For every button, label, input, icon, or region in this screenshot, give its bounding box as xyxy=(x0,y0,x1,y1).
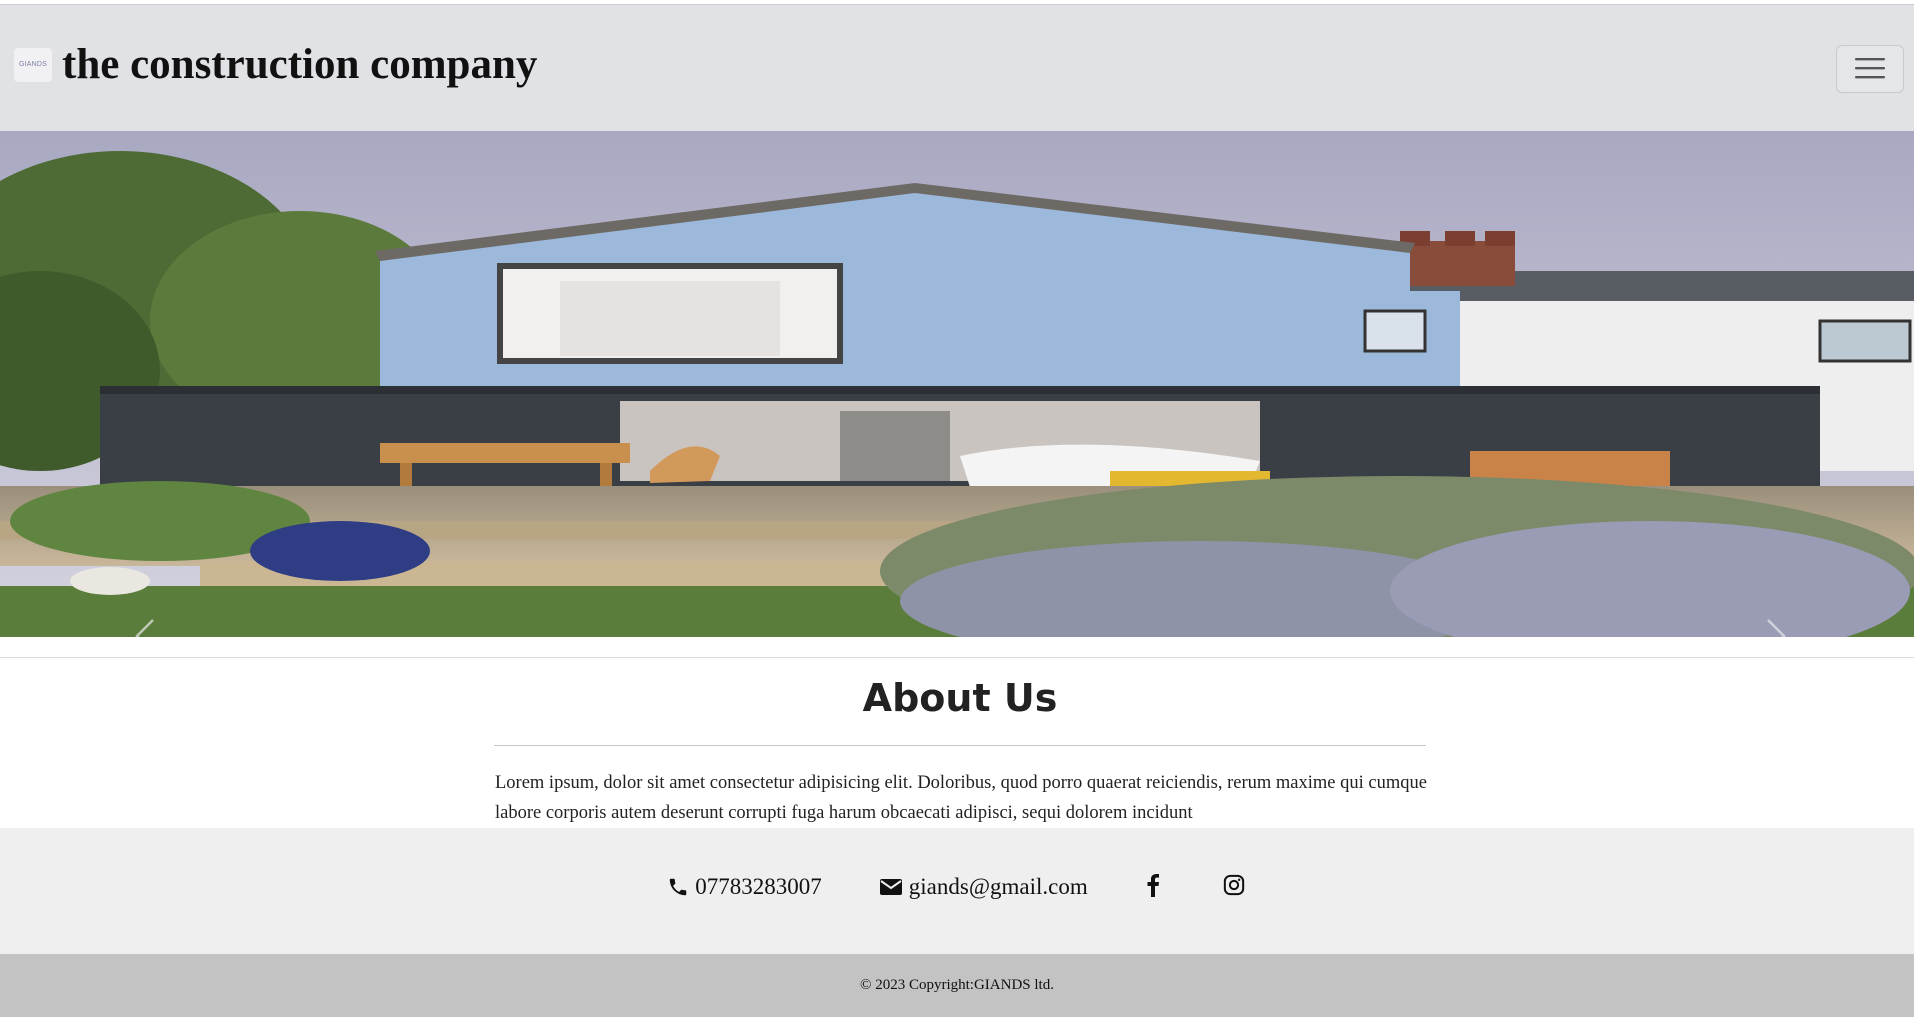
chevron-right-icon xyxy=(1764,616,1788,637)
brand-name: the construction company xyxy=(62,41,538,88)
email-address: giands@gmail.com xyxy=(908,874,1088,899)
facebook-link[interactable] xyxy=(1140,873,1166,902)
instagram-icon xyxy=(1223,874,1245,901)
navbar: GIANDS the construction company xyxy=(0,5,1914,131)
footer: © 2023 Copyright:GIANDS ltd. xyxy=(0,954,1914,1017)
copyright-text: © 2023 Copyright:GIANDS ltd. xyxy=(860,977,1054,993)
facebook-icon xyxy=(1146,873,1160,902)
envelope-icon xyxy=(879,877,903,897)
brand[interactable]: GIANDS the construction company xyxy=(14,43,537,86)
carousel-next-button[interactable] xyxy=(1746,601,1806,637)
contact-bar: 07783283007 giands@gmail.com xyxy=(0,828,1914,954)
navbar-toggler-button[interactable] xyxy=(1836,45,1904,93)
phone-icon xyxy=(667,876,689,898)
hero-carousel xyxy=(0,131,1914,637)
contact-row: 07783283007 giands@gmail.com xyxy=(0,873,1914,902)
phone-link[interactable]: 07783283007 xyxy=(667,874,822,900)
logo-text: GIANDS xyxy=(18,61,48,68)
instagram-link[interactable] xyxy=(1221,874,1247,900)
company-logo: GIANDS xyxy=(14,47,52,82)
hero-image-house xyxy=(0,131,1914,637)
about-divider xyxy=(494,745,1426,746)
hamburger-menu-icon xyxy=(1853,55,1887,84)
chevron-left-icon xyxy=(133,616,157,637)
about-title: About Us xyxy=(862,676,1058,720)
phone-number: 07783283007 xyxy=(695,874,822,899)
carousel-prev-button[interactable] xyxy=(115,601,175,637)
section-divider xyxy=(0,657,1914,658)
about-text: Lorem ipsum, dolor sit amet consectetur … xyxy=(495,773,1427,823)
email-link[interactable]: giands@gmail.com xyxy=(879,874,1088,900)
